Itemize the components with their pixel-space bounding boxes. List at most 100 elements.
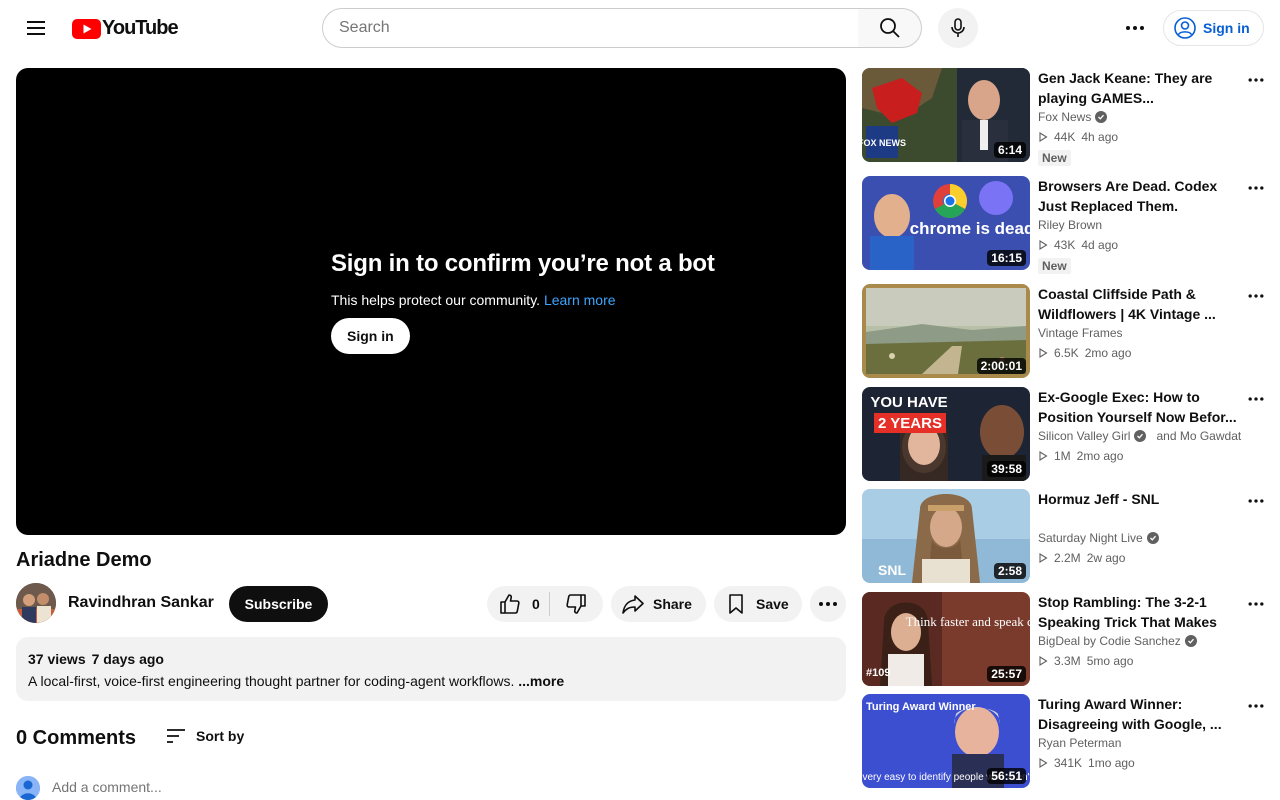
channel-name[interactable]: Riley Brown bbox=[1038, 218, 1102, 232]
share-button[interactable]: Share bbox=[611, 586, 706, 622]
play-icon bbox=[1039, 348, 1048, 358]
video-duration: 6:14 bbox=[993, 142, 1026, 158]
upload-age: 2w ago bbox=[1086, 551, 1126, 565]
thumb-up-icon bbox=[500, 594, 520, 614]
verified-badge-icon bbox=[1134, 430, 1147, 442]
guide-menu-button[interactable] bbox=[20, 12, 52, 44]
view-count: 1M bbox=[1054, 449, 1071, 463]
dislike-button[interactable] bbox=[550, 586, 602, 622]
recommendation-title[interactable]: Coastal Cliffside Path & Wildflowers | 4… bbox=[1038, 284, 1238, 324]
thumbnail-text: Turing Award Winner bbox=[866, 701, 976, 713]
description-box[interactable]: 37 views 7 days ago A local-first, voice-… bbox=[16, 637, 846, 701]
save-label: Save bbox=[756, 596, 789, 612]
channel-name[interactable]: Fox News bbox=[1038, 110, 1091, 124]
description-more-button[interactable]: ...more bbox=[518, 673, 564, 689]
play-icon bbox=[1039, 240, 1048, 250]
recommendation-more-button[interactable] bbox=[1242, 387, 1270, 411]
channel-name[interactable]: BigDeal by Codie Sanchez bbox=[1038, 634, 1181, 648]
recommendation-title[interactable]: Hormuz Jeff - SNL bbox=[1038, 489, 1238, 509]
like-dislike-group: 0 bbox=[487, 586, 603, 622]
description-text: A local-first, voice-first engineering t… bbox=[28, 673, 515, 689]
more-horiz-icon bbox=[1126, 26, 1144, 30]
comments-sort-button[interactable]: Sort by bbox=[164, 724, 244, 748]
recommendation-thumbnail[interactable]: Turing Award Winner "It's very easy to i… bbox=[862, 694, 1030, 788]
more-horiz-icon bbox=[1248, 602, 1264, 606]
recommendation-stats: 1M 2mo ago bbox=[1038, 449, 1123, 463]
save-button[interactable]: Save bbox=[714, 586, 802, 622]
recommendation-item[interactable]: chrome is dead 16:15 Browsers Are Dead. … bbox=[862, 176, 1270, 274]
video-actions-more-button[interactable] bbox=[810, 586, 846, 622]
channel-avatar[interactable] bbox=[16, 583, 56, 623]
channel-name[interactable]: Ravindhran Sankar bbox=[68, 594, 214, 612]
more-horiz-icon bbox=[819, 602, 837, 606]
recommendation-item[interactable]: Turing Award Winner "It's very easy to i… bbox=[862, 694, 1268, 790]
recommendation-stats: 3.3M 5mo ago bbox=[1038, 654, 1133, 668]
channel-name[interactable]: Vintage Frames bbox=[1038, 326, 1123, 340]
channel-name[interactable]: Saturday Night Live bbox=[1038, 531, 1143, 545]
header-signin-button[interactable]: Sign in bbox=[1163, 10, 1264, 46]
recommendation-more-button[interactable] bbox=[1242, 592, 1270, 616]
channel-collaborator[interactable]: and Mo Gawdat bbox=[1156, 429, 1241, 443]
comments-count: 0 Comments bbox=[16, 727, 137, 749]
sort-icon bbox=[167, 729, 185, 743]
thumb-down-icon bbox=[566, 594, 586, 614]
recommendation-more-button[interactable] bbox=[1242, 694, 1270, 718]
snl-logo-text: SNL bbox=[878, 562, 906, 578]
channel-name[interactable]: Silicon Valley Girl bbox=[1038, 429, 1130, 443]
recommendation-item[interactable]: YOU HAVE 2 YEARS 39:58 Ex-Google Exec: H… bbox=[862, 387, 1268, 483]
recommendation-thumbnail[interactable]: chrome is dead 16:15 bbox=[862, 176, 1030, 270]
recommendation-stats: 6.5K 2mo ago bbox=[1038, 346, 1131, 360]
youtube-logo[interactable]: YouTube bbox=[72, 17, 179, 40]
verified-badge-icon bbox=[1184, 635, 1197, 647]
recommendation-title[interactable]: Ex-Google Exec: How to Position Yourself… bbox=[1038, 387, 1238, 427]
learn-more-link[interactable]: Learn more bbox=[544, 292, 616, 308]
recommendation-channel: Ryan Peterman bbox=[1038, 736, 1121, 750]
view-count: 43K bbox=[1054, 238, 1076, 252]
search-box[interactable] bbox=[322, 8, 859, 48]
recommendation-thumbnail[interactable]: YOU HAVE 2 YEARS 39:58 bbox=[862, 387, 1030, 481]
upload-age: 1mo ago bbox=[1088, 756, 1135, 770]
recommendation-more-button[interactable] bbox=[1242, 489, 1270, 513]
search-input[interactable] bbox=[339, 19, 858, 37]
recommendation-thumbnail[interactable]: Think faster and speak clearer #109 25:5… bbox=[862, 592, 1030, 686]
video-player[interactable]: Sign in to confirm you’re not a bot This… bbox=[16, 68, 846, 535]
subscribe-button[interactable]: Subscribe bbox=[229, 586, 328, 622]
video-duration: 56:51 bbox=[987, 768, 1026, 784]
description-meta: 37 views 7 days ago bbox=[28, 651, 834, 667]
recommendation-more-button[interactable] bbox=[1242, 176, 1270, 200]
hamburger-icon bbox=[27, 21, 45, 35]
recommendation-title[interactable]: Browsers Are Dead. Codex Just Replaced T… bbox=[1038, 176, 1238, 216]
recommendation-more-button[interactable] bbox=[1242, 68, 1270, 92]
recommendation-thumbnail[interactable]: 2:00:01 bbox=[862, 284, 1030, 378]
search-button[interactable] bbox=[858, 8, 922, 48]
player-signin-button[interactable]: Sign in bbox=[331, 318, 410, 354]
youtube-logo-text: YouTube bbox=[102, 17, 179, 39]
settings-more-button[interactable] bbox=[1115, 8, 1155, 48]
recommendation-thumbnail[interactable]: SNL 2:58 bbox=[862, 489, 1030, 583]
voice-search-button[interactable] bbox=[938, 8, 978, 48]
recommendation-title[interactable]: Turing Award Winner: Disagreeing with Go… bbox=[1038, 694, 1238, 734]
more-horiz-icon bbox=[1248, 294, 1264, 298]
recommendation-item[interactable]: Think faster and speak clearer #109 25:5… bbox=[862, 592, 1268, 688]
recommendation-title[interactable]: Stop Rambling: The 3-2-1 Speaking Trick … bbox=[1038, 592, 1238, 632]
upload-age: 4h ago bbox=[1081, 130, 1119, 144]
channel-name[interactable]: Ryan Peterman bbox=[1038, 736, 1121, 750]
recommendation-item[interactable]: 2:00:01 Coastal Cliffside Path & Wildflo… bbox=[862, 284, 1268, 380]
recommendation-more-button[interactable] bbox=[1242, 284, 1270, 308]
recommendation-item[interactable]: SNL 2:58 Hormuz Jeff - SNL Saturday Nigh… bbox=[862, 489, 1268, 585]
microphone-icon bbox=[951, 18, 965, 37]
recommendation-thumbnail[interactable]: FOX NEWS 6:14 bbox=[862, 68, 1030, 162]
like-button[interactable]: 0 bbox=[487, 586, 549, 622]
recommendation-stats: 44K 4h ago bbox=[1038, 130, 1118, 144]
video-duration: 25:57 bbox=[987, 666, 1026, 682]
recommendation-item[interactable]: FOX NEWS 6:14 Gen Jack Keane: They are p… bbox=[862, 68, 1270, 166]
thumbnail-text-bottom: 2 YEARS bbox=[878, 415, 942, 432]
bot-check-title: Sign in to confirm you’re not a bot bbox=[331, 250, 715, 277]
thumbnail-episode-text: #109 bbox=[866, 667, 890, 679]
recommendation-title[interactable]: Gen Jack Keane: They are playing GAMES..… bbox=[1038, 68, 1238, 108]
video-title: Ariadne Demo bbox=[16, 549, 152, 571]
share-icon bbox=[622, 595, 644, 614]
upload-age: 2mo ago bbox=[1084, 346, 1132, 360]
add-comment-input[interactable] bbox=[52, 779, 846, 795]
youtube-play-logo-icon bbox=[72, 18, 101, 39]
